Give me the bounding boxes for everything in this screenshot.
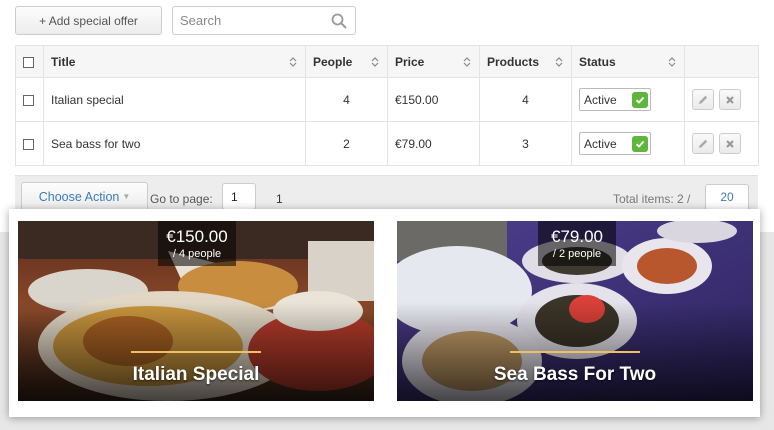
card-title: Italian Special xyxy=(132,364,260,385)
column-header-actions xyxy=(684,45,759,78)
edit-button[interactable] xyxy=(692,89,714,110)
page-number-input[interactable]: 1 xyxy=(222,183,256,210)
table-header-row: Title People Price Products Status xyxy=(15,45,759,78)
delete-button[interactable] xyxy=(719,133,741,154)
status-value: Active xyxy=(584,92,617,107)
pencil-icon xyxy=(699,139,708,148)
select-all-checkbox[interactable] xyxy=(23,56,34,68)
offer-preview-panel: €150.00 / 4 people Italian Special €79.0… xyxy=(9,209,760,417)
status-value: Active xyxy=(584,136,617,151)
row-checkbox[interactable] xyxy=(23,94,34,106)
title-divider xyxy=(510,351,640,353)
sort-icon[interactable] xyxy=(463,56,471,68)
column-header-status[interactable]: Status xyxy=(571,45,685,78)
column-header-price[interactable]: Price xyxy=(387,45,480,78)
column-title-label: Title xyxy=(51,54,76,69)
card-people: / 2 people xyxy=(552,248,602,260)
column-people-label: People xyxy=(313,54,353,69)
chevron-down-icon: ▼ xyxy=(122,192,131,201)
status-select[interactable]: Active xyxy=(579,88,651,111)
edit-button[interactable] xyxy=(692,133,714,154)
row-select-cell xyxy=(15,77,44,122)
search-input[interactable] xyxy=(173,7,323,34)
column-products-label: Products xyxy=(487,54,540,69)
offer-price: €150.00 xyxy=(387,77,480,122)
price-tag: €150.00 / 4 people xyxy=(158,221,236,266)
sort-icon[interactable] xyxy=(371,56,379,68)
total-items-label: Total items: 2 / xyxy=(613,192,691,206)
pencil-icon xyxy=(699,95,708,104)
offer-people: 2 xyxy=(305,121,388,166)
card-price: €79.00 xyxy=(551,227,603,246)
row-select-cell xyxy=(15,121,44,166)
title-divider xyxy=(131,351,261,353)
special-offers-admin: + Add special offer Title xyxy=(0,0,774,232)
add-special-offer-button[interactable]: + Add special offer xyxy=(15,6,162,35)
close-icon xyxy=(726,139,734,148)
offer-status-cell: Active xyxy=(571,121,685,166)
row-checkbox[interactable] xyxy=(23,138,34,150)
offer-title: Sea bass for two xyxy=(43,121,306,166)
offer-people: 4 xyxy=(305,77,388,122)
total-pages: 1 xyxy=(276,192,283,206)
table-row: Sea bass for two 2 €79.00 3 Active xyxy=(15,121,759,166)
offer-card[interactable]: €150.00 / 4 people Italian Special xyxy=(18,221,374,401)
offer-card[interactable]: €79.00 / 2 people Sea Bass For Two xyxy=(397,221,753,401)
search-icon[interactable] xyxy=(331,13,347,29)
checkmark-icon xyxy=(632,91,648,108)
offers-table: Title People Price Products Status Itali… xyxy=(15,45,759,166)
close-icon xyxy=(726,95,734,104)
card-people: / 4 people xyxy=(172,248,222,260)
offer-products: 4 xyxy=(479,77,572,122)
goto-page-label: Go to page: xyxy=(150,192,213,206)
delete-button[interactable] xyxy=(719,89,741,110)
column-header-title[interactable]: Title xyxy=(43,45,306,78)
items-per-page-select[interactable]: 20 xyxy=(705,184,749,211)
card-title: Sea Bass For Two xyxy=(493,364,657,385)
column-header-products[interactable]: Products xyxy=(479,45,572,78)
search-box xyxy=(172,6,356,35)
select-all-cell xyxy=(15,45,44,78)
price-tag: €79.00 / 2 people xyxy=(538,221,616,266)
row-actions-cell xyxy=(684,121,759,166)
checkmark-icon xyxy=(632,135,648,152)
card-price: €150.00 xyxy=(166,227,228,246)
column-price-label: Price xyxy=(395,54,425,69)
column-header-people[interactable]: People xyxy=(305,45,388,78)
offer-status-cell: Active xyxy=(571,77,685,122)
add-special-offer-label: + Add special offer xyxy=(39,13,138,28)
sort-icon[interactable] xyxy=(289,56,297,68)
offer-price: €79.00 xyxy=(387,121,480,166)
sort-icon[interactable] xyxy=(555,56,563,68)
offer-products: 3 xyxy=(479,121,572,166)
row-actions-cell xyxy=(684,77,759,122)
sort-icon[interactable] xyxy=(668,56,676,68)
choose-action-dropdown[interactable]: Choose Action ▼ xyxy=(21,182,148,211)
choose-action-label: Choose Action xyxy=(38,189,120,204)
offer-title: Italian special xyxy=(43,77,306,122)
column-status-label: Status xyxy=(579,54,616,69)
status-select[interactable]: Active xyxy=(579,132,651,155)
table-row: Italian special 4 €150.00 4 Active xyxy=(15,77,759,122)
